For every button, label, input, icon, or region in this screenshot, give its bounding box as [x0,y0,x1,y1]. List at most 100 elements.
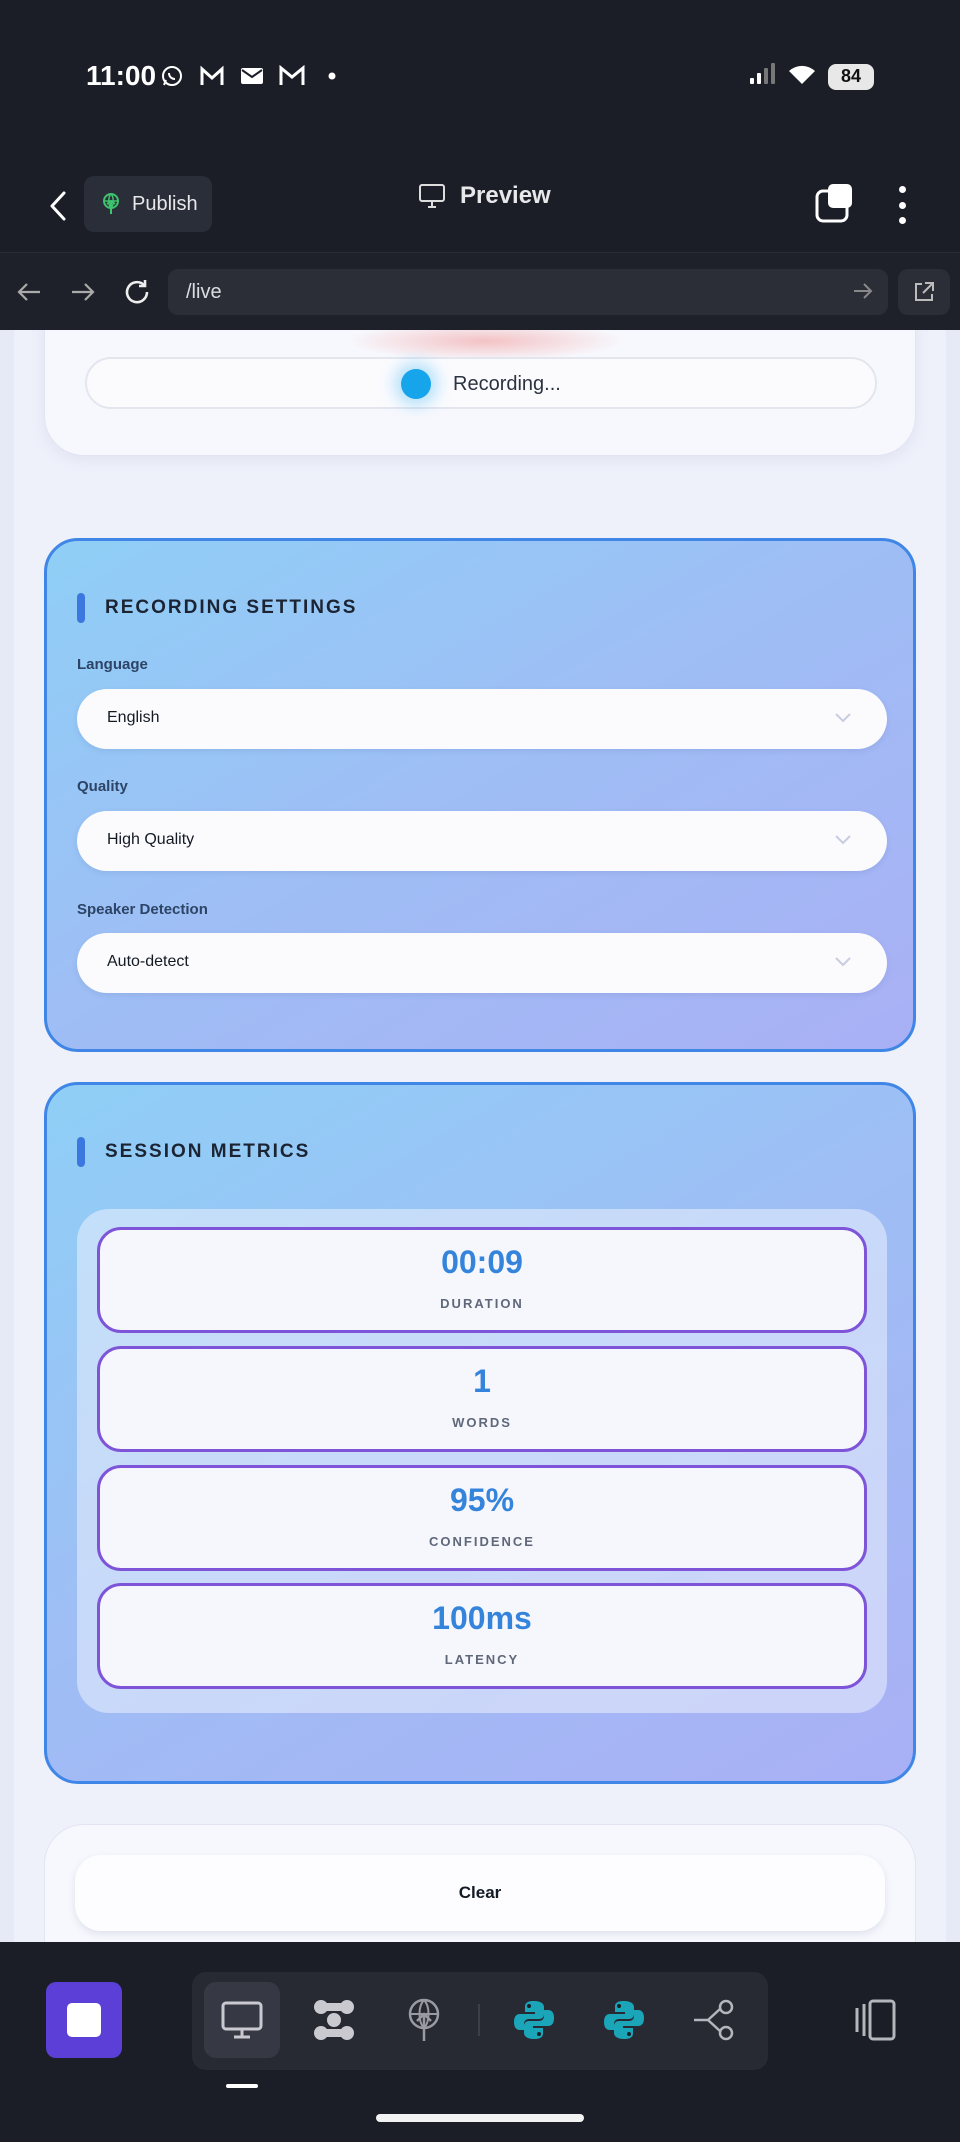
battery-icon: 84 [828,63,874,90]
tool-share[interactable] [676,1982,752,2058]
app-bar: Publish Preview [0,160,960,252]
stop-icon [67,2003,101,2037]
title-accent-bar [77,1137,85,1167]
tabs-icon [815,184,852,223]
chevron-down-icon [835,713,851,723]
tool-cluster[interactable] [296,1982,372,2058]
quality-label: Quality [77,778,128,795]
status-bar: 11:00 84 [0,0,960,160]
bottom-toolbar [0,1942,960,2142]
mail-icon [238,62,266,90]
metric-words: 1 WORDS [97,1346,867,1452]
publish-icon [103,193,119,214]
metric-confidence: 95% CONFIDENCE [97,1465,867,1571]
metric-label: WORDS [452,1415,512,1430]
reload-icon [125,280,149,304]
publish-label: Publish [132,192,198,215]
tool-group [192,1972,768,2070]
metrics-list: 00:09 DURATION 1 WORDS 95% CONFIDENCE 10… [77,1209,887,1713]
metric-label: LATENCY [444,1652,520,1667]
python-icon [604,2001,644,2039]
tabs-button[interactable] [814,182,856,224]
dot [898,217,906,224]
whatsapp-icon [158,62,186,90]
deploy-icon [408,1998,440,2041]
monitor-icon [419,184,445,208]
browser-forward-button[interactable] [64,273,102,311]
metric-value: 95% [449,1482,515,1518]
settings-title: RECORDING SETTINGS [105,597,358,618]
metric-value: 1 [473,1363,491,1399]
dot [898,186,906,193]
quality-select[interactable]: High Quality [77,811,887,871]
language-value: English [107,709,160,726]
recording-settings-card: RECORDING SETTINGS Language English Qual… [44,538,916,1052]
metrics-header: SESSION METRICS [77,1137,310,1167]
go-arrow-icon [854,283,873,299]
url-text: /live [186,281,222,303]
dot [898,201,906,209]
url-field[interactable]: /live [168,269,888,315]
status-time: 11:00 [86,60,157,91]
publish-button[interactable]: Publish [84,176,212,232]
panel-toggle-button[interactable] [852,1996,900,2044]
settings-header: RECORDING SETTINGS [77,593,357,623]
language-select[interactable]: English [77,689,887,749]
external-link-icon [915,282,934,301]
mail-m-icon [198,62,226,90]
recording-status-text: Recording... [453,373,561,395]
preview-title[interactable]: Preview [418,182,551,210]
arrow-right-icon [72,283,95,301]
metrics-title: SESSION METRICS [105,1141,311,1162]
cluster-icon [314,2000,354,2040]
more-options-button[interactable] [886,182,918,228]
python-icon [514,2001,554,2039]
arrow-left-icon [17,283,40,301]
chevron-down-icon [835,957,851,967]
speaker-detection-select[interactable]: Auto-detect [77,933,887,993]
notification-icons [158,62,346,90]
tool-python-2[interactable] [586,1982,662,2058]
metric-label: CONFIDENCE [429,1534,535,1549]
tool-python-1[interactable] [496,1982,572,2058]
wifi-icon [788,62,816,91]
home-indicator[interactable] [376,2114,584,2122]
toolbar-separator [478,2004,480,2036]
open-external-button[interactable] [898,269,950,315]
recording-status-card: Recording... [44,330,916,456]
browser-bar: /live [0,252,960,330]
page-content: Recording... RECORDING SETTINGS Language… [0,330,960,1942]
browser-back-button[interactable] [10,273,48,311]
reload-button[interactable] [118,273,156,311]
content-scroll[interactable]: Recording... RECORDING SETTINGS Language… [14,330,946,1942]
metric-value: 00:09 [441,1244,523,1280]
system-icons: 84 [748,62,874,91]
metric-value: 100ms [432,1600,532,1636]
tool-deploy[interactable] [386,1982,462,2058]
desktop-icon [221,2001,263,2039]
metric-latency: 100ms LATENCY [97,1583,867,1689]
back-button[interactable] [38,184,78,228]
title-accent-bar [77,593,85,623]
dot-icon [318,62,346,90]
tool-desktop[interactable] [204,1982,280,2058]
speaker-detection-label: Speaker Detection [77,901,208,918]
metric-label: DURATION [440,1296,524,1311]
panel-icon [855,1999,896,2041]
actions-card: Clear [44,1824,916,1942]
session-metrics-card: SESSION METRICS 00:09 DURATION 1 WORDS 9… [44,1082,916,1784]
gmail-icon [278,62,306,90]
signal-icon [748,62,776,91]
active-tool-indicator [226,2084,258,2088]
recording-dot-icon [401,369,431,399]
stop-button[interactable] [46,1982,122,2058]
quality-value: High Quality [107,831,195,848]
clear-button[interactable]: Clear [75,1855,885,1931]
chevron-down-icon [835,835,851,845]
preview-label: Preview [460,182,551,209]
metric-duration: 00:09 DURATION [97,1227,867,1333]
language-label: Language [77,656,148,673]
speaker-detection-value: Auto-detect [107,953,189,970]
share-nodes-icon [694,1999,734,2041]
recording-indicator: Recording... [85,357,877,409]
